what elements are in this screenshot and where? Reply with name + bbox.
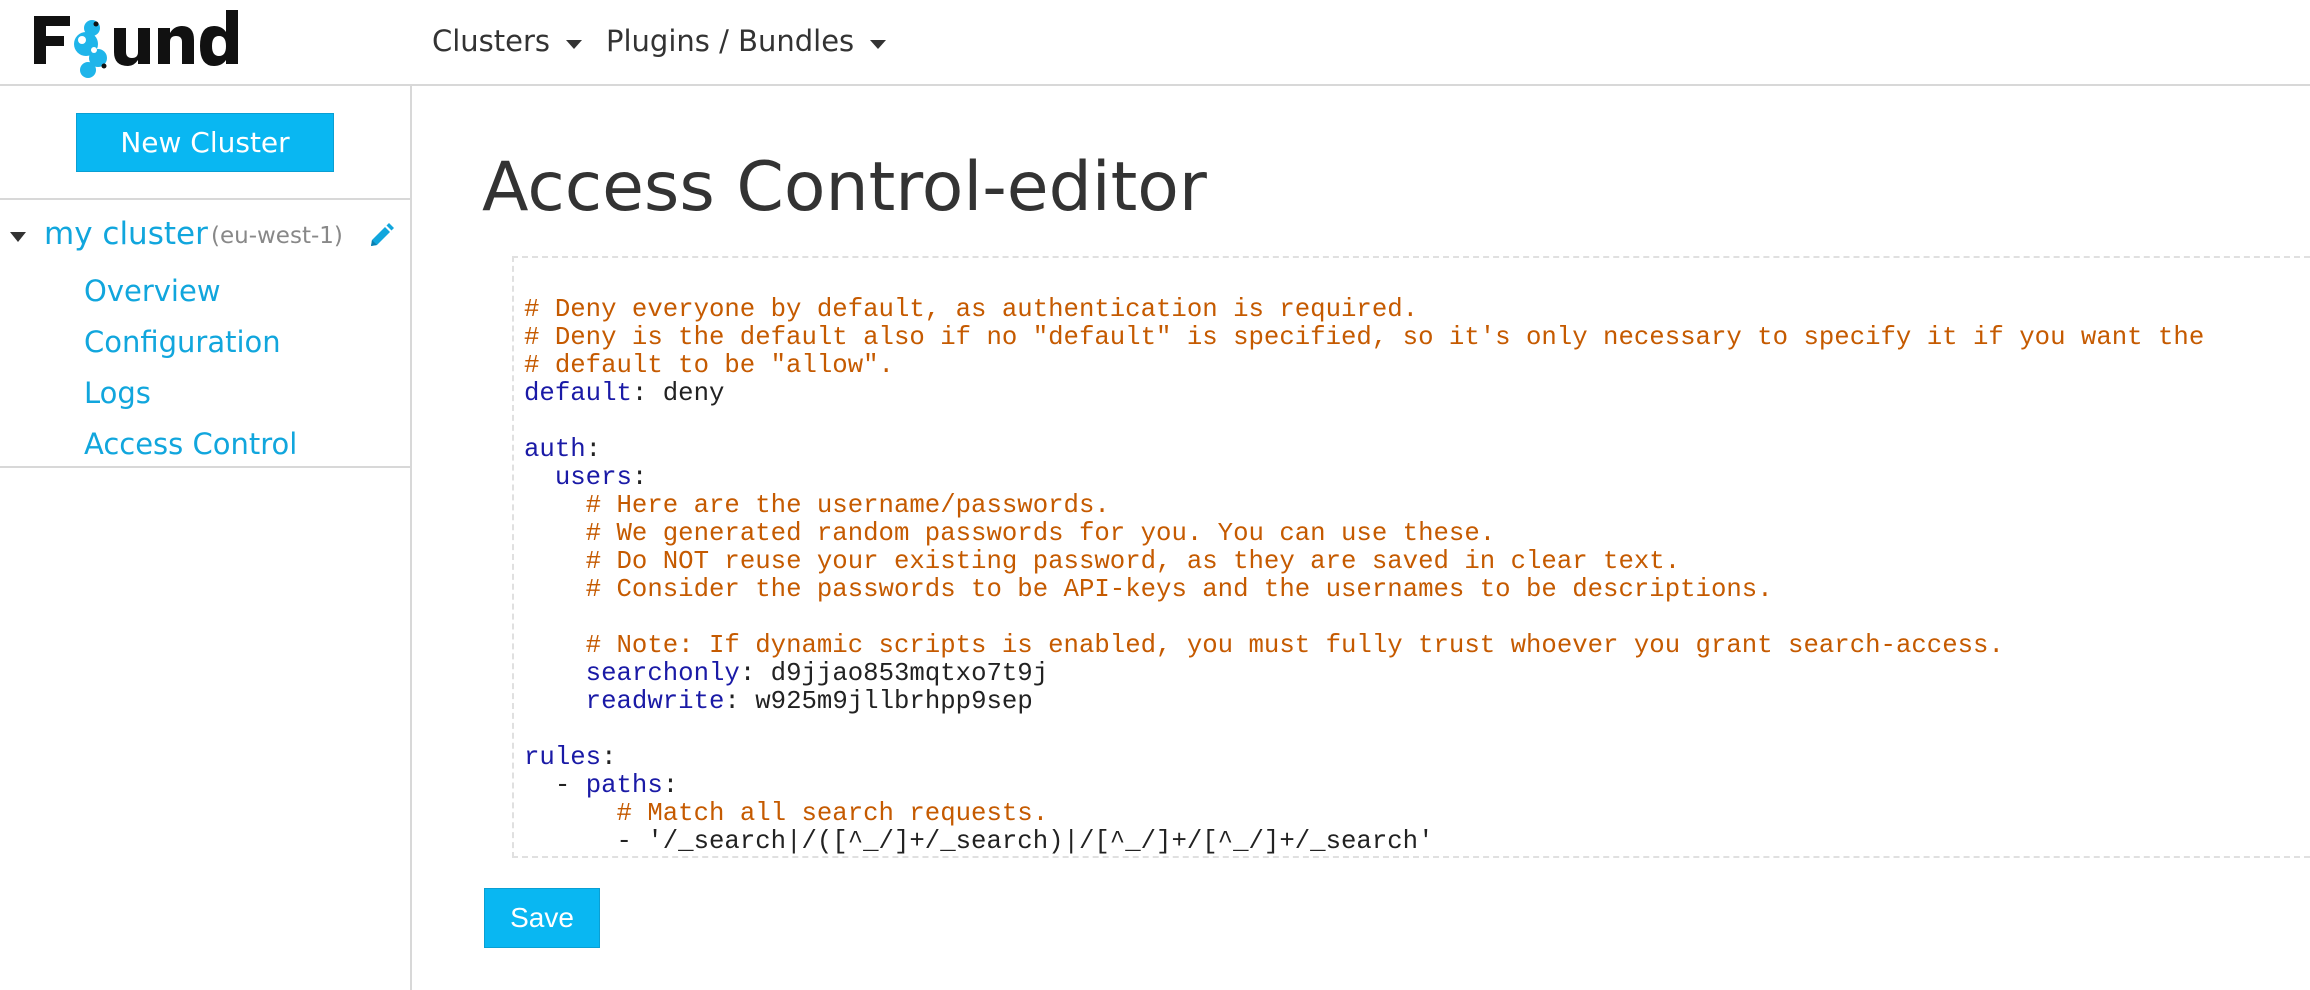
pencil-icon[interactable] — [367, 222, 395, 250]
code-value: - — [554, 771, 586, 800]
code-line: searchonly: d9jjao853mqtxo7t9j — [524, 660, 2204, 688]
code-comment: # Note: If dynamic scripts is enabled, y… — [585, 631, 2004, 660]
code-sep: : — [739, 659, 771, 688]
save-button[interactable]: Save — [484, 888, 600, 948]
nav-clusters-label: Clusters — [432, 24, 551, 58]
code-content: # Deny everyone by default, as authentic… — [524, 296, 2204, 856]
code-line: # Match all search requests. — [524, 800, 2204, 828]
page-title: Access Control-editor — [482, 148, 1207, 227]
code-value: d9jjao853mqtxo7t9j — [770, 659, 1049, 688]
nav-clusters-dropdown[interactable]: Clusters — [432, 24, 583, 58]
code-comment: # Consider the passwords to be API-keys … — [585, 575, 1773, 604]
sidebar: New Cluster my cluster (eu-west-1) Overv… — [0, 86, 412, 990]
code-comment: # Do NOT reuse your existing password, a… — [585, 547, 1681, 576]
code-line: default: deny — [524, 380, 2204, 408]
code-comment: # Deny is the default also if no "defaul… — [524, 323, 2205, 352]
chevron-down-icon — [566, 39, 583, 49]
code-line: readwrite: w925m9jllbrhpp9sep — [524, 688, 2204, 716]
code-line: # Deny is the default also if no "defaul… — [524, 324, 2204, 352]
code-sep: : — [631, 379, 663, 408]
sidebar-divider — [0, 466, 412, 468]
access-control-code-editor[interactable]: # Deny everyone by default, as authentic… — [512, 256, 2310, 858]
code-line: # Deny everyone by default, as authentic… — [524, 296, 2204, 324]
code-key: paths — [585, 771, 663, 800]
code-line: # Do NOT reuse your existing password, a… — [524, 548, 2204, 576]
cluster-header: my cluster (eu-west-1) — [0, 216, 412, 260]
code-sep: : — [662, 771, 679, 800]
code-sep: : — [585, 435, 602, 464]
top-navbar: Clusters Plugins / Bundles — [0, 0, 2310, 86]
code-line: # Here are the username/passwords. — [524, 492, 2204, 520]
sidebar-item-access-control[interactable]: Access Control — [84, 427, 297, 461]
found-logo[interactable] — [30, 6, 260, 82]
code-line: users: — [524, 464, 2204, 492]
code-line: # Consider the passwords to be API-keys … — [524, 576, 2204, 604]
code-comment: # Deny everyone by default, as authentic… — [524, 295, 1419, 324]
cluster-region: (eu-west-1) — [211, 223, 343, 249]
code-line: # We generated random passwords for you.… — [524, 520, 2204, 548]
code-key: users — [554, 463, 632, 492]
code-sep: : — [601, 743, 617, 772]
code-value: w925m9jllbrhpp9sep — [755, 687, 1033, 716]
sidebar-item-overview[interactable]: Overview — [84, 274, 221, 308]
code-value: deny — [662, 379, 725, 408]
code-key: auth — [524, 435, 586, 464]
found-logo-icon — [34, 10, 238, 78]
code-key: default — [524, 379, 632, 408]
sidebar-item-logs[interactable]: Logs — [84, 376, 151, 410]
code-key: readwrite — [585, 687, 725, 716]
sidebar-divider — [0, 198, 412, 200]
code-key: searchonly — [585, 659, 740, 688]
code-comment: # default to be "allow". — [524, 351, 894, 380]
code-line: rules: — [524, 744, 2204, 772]
nav-plugins-bundles-dropdown[interactable]: Plugins / Bundles — [606, 24, 887, 58]
code-line: auth: — [524, 436, 2204, 464]
code-line: - paths: — [524, 772, 2204, 800]
collapse-toggle-icon[interactable] — [10, 232, 26, 242]
code-line: # Note: If dynamic scripts is enabled, y… — [524, 632, 2204, 660]
code-value: - '/_search|/([^_/]+/_search)|/[^_/]+/[^… — [616, 827, 1434, 856]
code-sep: : — [631, 463, 648, 492]
code-sep: : — [724, 687, 756, 716]
code-comment: # Match all search requests. — [616, 799, 1049, 828]
new-cluster-button[interactable]: New Cluster — [76, 113, 334, 172]
code-key: rules — [524, 743, 602, 772]
code-comment: # We generated random passwords for you.… — [585, 519, 1496, 548]
chevron-down-icon — [870, 39, 887, 49]
cluster-name-link[interactable]: my cluster — [44, 216, 208, 252]
code-line: - '/_search|/([^_/]+/_search)|/[^_/]+/[^… — [524, 828, 2204, 856]
code-line: # default to be "allow". — [524, 352, 2204, 380]
sidebar-item-configuration[interactable]: Configuration — [84, 325, 281, 359]
code-comment: # Here are the username/passwords. — [585, 491, 1110, 520]
nav-plugins-bundles-label: Plugins / Bundles — [606, 24, 855, 58]
